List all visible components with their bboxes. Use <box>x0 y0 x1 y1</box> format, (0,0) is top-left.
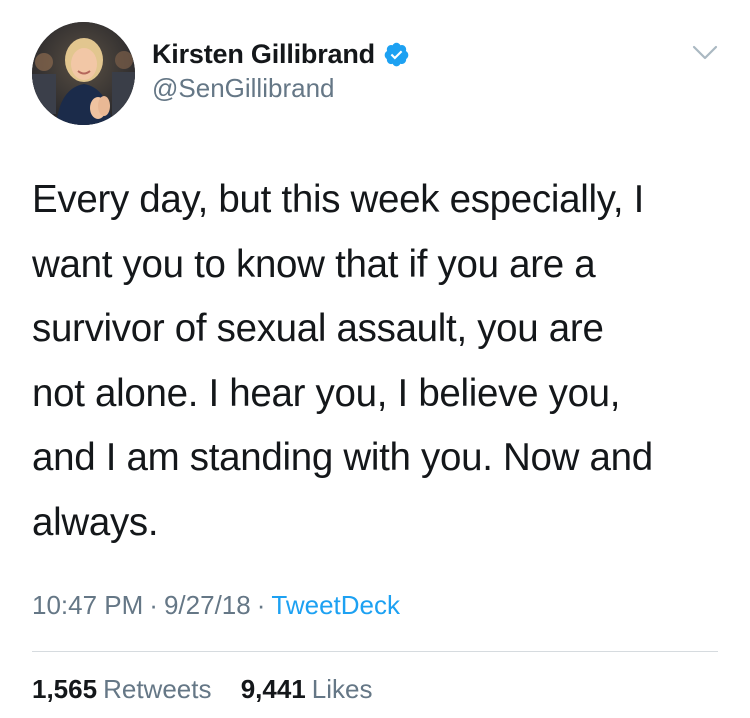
tweet-card: Kirsten Gillibrand @SenGillibrand Every … <box>0 0 750 718</box>
profile-photo-icon <box>32 22 135 125</box>
tweet-time[interactable]: 10:47 PM <box>32 590 143 620</box>
likes-label: Likes <box>311 674 373 704</box>
tweet-text: Every day, but this week especially, I w… <box>32 168 722 555</box>
tweet-meta: 10:47 PM · 9/27/18 · TweetDeck <box>32 590 400 621</box>
tweet-text-line: survivor of sexual assault, you are <box>32 307 604 350</box>
verified-badge-icon <box>383 41 410 68</box>
tweet-stats: 1,565 Retweets 9,441 Likes <box>32 674 372 705</box>
name-row: Kirsten Gillibrand <box>152 37 410 71</box>
retweets-count: 1,565 <box>32 674 98 704</box>
divider <box>32 651 718 652</box>
likes-stat[interactable]: 9,441 Likes <box>241 674 373 705</box>
retweets-stat[interactable]: 1,565 Retweets <box>32 674 211 705</box>
tweet-date[interactable]: 9/27/18 <box>164 590 251 620</box>
meta-separator: · <box>149 590 158 620</box>
likes-count: 9,441 <box>240 674 306 704</box>
tweet-text-line: Every day, but this week especially, I <box>32 178 645 221</box>
avatar[interactable] <box>32 22 135 125</box>
user-handle[interactable]: @SenGillibrand <box>152 73 410 104</box>
chevron-down-icon[interactable] <box>692 45 718 61</box>
tweet-text-line: want you to know that if you are a <box>32 242 596 286</box>
tweet-source-link[interactable]: TweetDeck <box>271 590 400 620</box>
display-name[interactable]: Kirsten Gillibrand <box>152 39 375 70</box>
tweet-text-line: always. <box>32 500 159 544</box>
retweets-label: Retweets <box>103 674 212 704</box>
tweet-text-line: not alone. I hear you, I believe you, <box>32 371 621 415</box>
author-block: Kirsten Gillibrand @SenGillibrand <box>152 37 410 104</box>
tweet-text-line: and I am standing with you. Now and <box>32 436 653 479</box>
meta-separator: · <box>256 590 266 620</box>
